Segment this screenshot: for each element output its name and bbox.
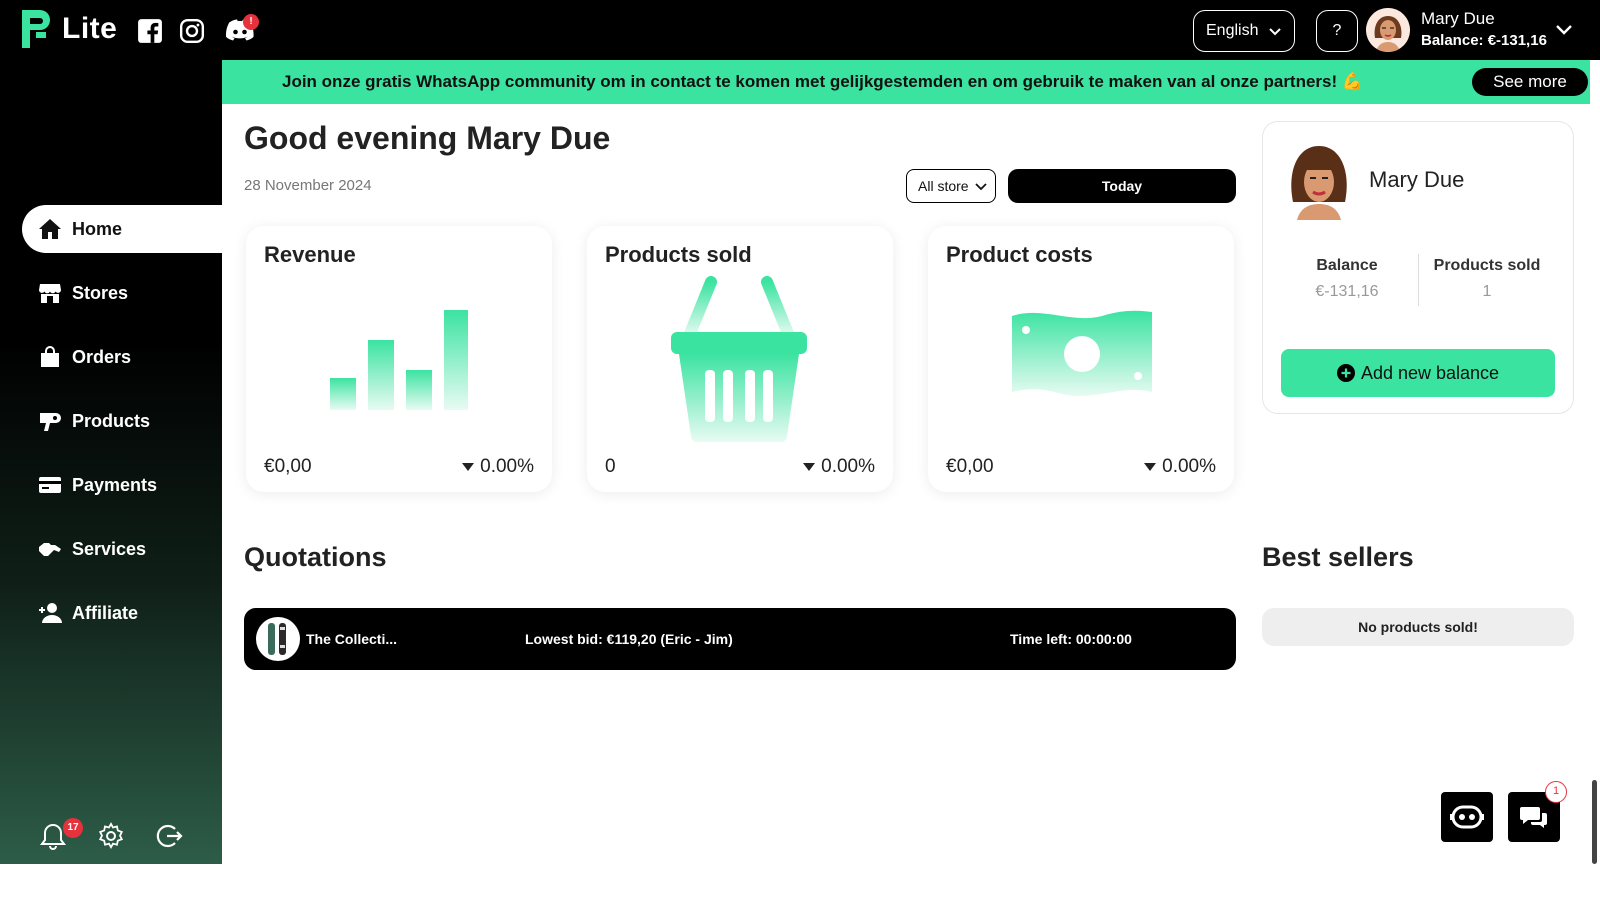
sidebar-item-affiliate[interactable]: Affiliate — [22, 589, 222, 637]
product-thumbnail — [256, 617, 300, 661]
add-balance-button[interactable]: Add new balance — [1281, 349, 1555, 397]
store-filter-select[interactable]: All store — [906, 169, 996, 203]
logout-icon[interactable] — [155, 822, 183, 850]
banknote-icon — [1012, 310, 1152, 397]
chevron-down-icon — [1269, 28, 1281, 36]
add-balance-label: Add new balance — [1360, 362, 1500, 383]
logo-icon — [22, 10, 50, 48]
balance-label: Balance — [1316, 257, 1378, 274]
app-name: Lite — [62, 12, 118, 45]
instagram-icon[interactable] — [179, 18, 205, 44]
chatbot-button[interactable] — [1441, 792, 1493, 842]
sidebar-item-label: Home — [72, 218, 123, 239]
quotations-title: Quotations — [244, 542, 387, 572]
card-value: 0 — [605, 456, 616, 477]
home-icon — [38, 217, 62, 241]
scrollbar-thumb[interactable] — [1592, 780, 1597, 864]
profile-name: Mary Due — [1369, 167, 1465, 192]
quote-product-name: The Collecti... — [306, 631, 398, 647]
best-sellers-title: Best sellers — [1262, 542, 1414, 572]
user-avatar-icon — [1366, 8, 1410, 52]
sidebar-item-stores[interactable]: Stores — [22, 269, 222, 317]
sidebar-item-label: Products — [72, 410, 151, 431]
basket-icon — [671, 276, 807, 442]
card-value: €0,00 — [264, 456, 312, 477]
user-name: Mary Due — [1421, 9, 1495, 28]
period-today-button[interactable]: Today — [1008, 169, 1236, 203]
scrollbar-track[interactable] — [1590, 60, 1600, 864]
snowboard-icon — [268, 623, 286, 655]
quote-time-left: Time left: 00:00:00 — [1010, 631, 1132, 647]
community-banner: Join onze gratis WhatsApp community om i… — [222, 60, 1590, 104]
sidebar-item-products[interactable]: Products — [22, 397, 222, 445]
revenue-card: Revenue €0,00 0.00% — [246, 226, 552, 492]
sidebar-item-label: Stores — [72, 282, 129, 303]
store-icon — [38, 281, 62, 305]
discord-badge: ! — [243, 14, 259, 30]
plus-circle-icon — [1336, 364, 1355, 382]
card-title: Revenue — [264, 242, 356, 267]
help-button[interactable]: ? — [1316, 10, 1358, 52]
handshake-icon — [38, 537, 62, 561]
hairdryer-icon — [38, 409, 62, 433]
bar-chart-icon — [330, 310, 468, 410]
card-change-value: 0.00% — [1162, 456, 1216, 477]
best-sellers-empty: No products sold! — [1262, 608, 1574, 646]
sidebar-item-label: Orders — [72, 346, 132, 367]
quote-lowest-bid: Lowest bid: €119,20 (Eric - Jim) — [525, 631, 733, 647]
sidebar-item-label: Affiliate — [72, 602, 139, 623]
profile-card: Mary Due Balance €-131,16 Products sold … — [1262, 121, 1574, 414]
language-select[interactable]: English — [1193, 10, 1295, 52]
card-change: 0.00% — [1144, 456, 1216, 478]
card-value: €0,00 — [946, 456, 994, 477]
sidebar-item-label: Services — [72, 538, 147, 559]
profile-avatar — [1291, 146, 1347, 220]
facebook-icon[interactable] — [137, 18, 163, 44]
page-title: Good evening Mary Due — [244, 120, 611, 156]
chevron-down-icon — [975, 183, 987, 191]
table-row[interactable]: The Collecti... Lowest bid: €119,20 (Eri… — [244, 608, 1236, 670]
user-plus-icon — [38, 601, 62, 625]
notification-badge: 17 — [63, 818, 83, 838]
bag-icon — [38, 345, 62, 369]
card-change: 0.00% — [803, 456, 875, 478]
sidebar-item-payments[interactable]: Payments — [22, 461, 222, 509]
sidebar: Home Stores Orders Products Payments Ser… — [0, 60, 222, 864]
app-logo[interactable]: Lite — [16, 6, 117, 52]
avatar[interactable] — [1366, 8, 1410, 52]
see-more-button[interactable]: See more — [1472, 68, 1588, 96]
language-label: English — [1206, 22, 1259, 39]
robot-icon — [1450, 805, 1484, 829]
products-sold-value: 1 — [1482, 283, 1492, 300]
caret-down-icon — [1144, 463, 1157, 471]
card-change-value: 0.00% — [821, 456, 875, 477]
sidebar-item-services[interactable]: Services — [22, 525, 222, 573]
product-costs-card: Product costs €0,00 0.00% — [928, 226, 1234, 492]
caret-down-icon — [462, 463, 475, 471]
top-bar: Lite ! English ? Mary Due Balance: €-131… — [0, 0, 1600, 60]
current-date: 28 November 2024 — [244, 177, 372, 194]
card-title: Products sold — [605, 242, 752, 267]
sidebar-item-orders[interactable]: Orders — [22, 333, 222, 381]
user-balance: Balance: €-131,16 — [1421, 32, 1547, 49]
card-change-value: 0.00% — [480, 456, 534, 477]
products-sold-label: Products sold — [1433, 257, 1541, 274]
chat-badge: 1 — [1545, 781, 1567, 803]
gear-icon[interactable] — [97, 822, 125, 850]
card-icon — [38, 473, 62, 497]
products-sold-card: Products sold 0 0.00% — [587, 226, 893, 492]
user-menu-chevron-icon[interactable] — [1555, 22, 1573, 38]
store-filter-label: All store — [918, 178, 969, 194]
card-title: Product costs — [946, 242, 1093, 267]
sidebar-item-home[interactable]: Home — [22, 205, 222, 253]
caret-down-icon — [803, 463, 816, 471]
card-change: 0.00% — [462, 456, 534, 478]
chat-bubbles-icon — [1520, 807, 1547, 828]
banner-text: Join onze gratis WhatsApp community om i… — [282, 72, 1364, 91]
balance-value: €-131,16 — [1315, 283, 1379, 300]
sidebar-item-label: Payments — [72, 474, 158, 495]
